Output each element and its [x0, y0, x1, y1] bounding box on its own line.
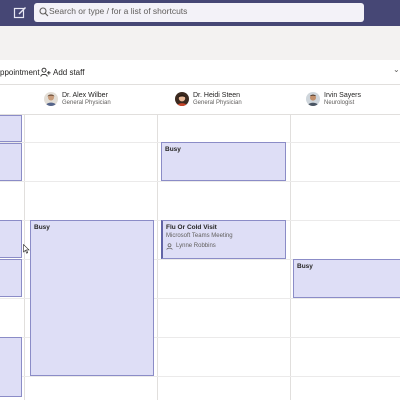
add-person-icon — [40, 67, 51, 77]
appointment-title: Busy — [297, 263, 313, 270]
staff-name: Dr. Heidi Steen — [193, 92, 241, 99]
time-slot-line — [0, 181, 400, 182]
app-header-band — [0, 26, 400, 60]
appointment-title: Busy — [34, 224, 50, 231]
new-appointment-button[interactable]: ppointment — [0, 68, 40, 77]
staff-column-header-alex[interactable]: Dr. Alex Wilber General Physician — [44, 85, 158, 115]
appointment-block[interactable] — [0, 143, 22, 181]
staff-role: General Physician — [193, 100, 242, 106]
attendee-name: Lynne Robbins — [176, 243, 216, 249]
column-divider — [290, 115, 291, 400]
mouse-cursor-icon — [23, 244, 30, 254]
avatar — [175, 92, 189, 106]
staff-role: General Physician — [62, 100, 111, 106]
staff-role: Neurologist — [324, 100, 355, 106]
search-box[interactable]: Search or type / for a list of shortcuts — [34, 3, 364, 22]
appointment-title: Flu Or Cold Visit — [166, 224, 217, 231]
appointment-busy-alex[interactable]: Busy — [30, 220, 154, 376]
chevron-down-icon[interactable]: ⌄ — [393, 65, 400, 74]
appointment-block[interactable] — [0, 220, 22, 258]
staff-name: Dr. Alex Wilber — [62, 92, 108, 99]
time-slot-line — [0, 376, 400, 377]
appointment-title: Busy — [165, 146, 181, 153]
app-bar: Search or type / for a list of shortcuts — [0, 0, 400, 26]
search-placeholder: Search or type / for a list of shortcuts — [49, 6, 188, 16]
avatar — [44, 92, 58, 106]
toolbar: ppointment Add staff ⌄ — [0, 60, 400, 85]
appointment-block[interactable] — [0, 115, 22, 142]
avatar — [306, 92, 320, 106]
add-staff-label: Add staff — [53, 67, 85, 77]
appointment-busy-irvin[interactable]: Busy — [293, 259, 400, 298]
column-divider — [24, 115, 25, 400]
person-icon — [166, 242, 173, 250]
appointment-block[interactable] — [0, 259, 22, 297]
appointment-flu-visit[interactable]: Flu Or Cold Visit Microsoft Teams Meetin… — [161, 220, 286, 259]
staff-column-header-irvin[interactable]: Irvin Sayers Neurologist — [306, 85, 400, 115]
appointment-meeting-type: Microsoft Teams Meeting — [166, 233, 233, 239]
appointment-attendee: Lynne Robbins — [166, 242, 216, 250]
schedule-grid: Busy Busy Flu Or Cold Visit Microsoft Te… — [0, 115, 400, 400]
appointment-block[interactable] — [0, 337, 22, 397]
compose-icon[interactable] — [13, 6, 27, 20]
staff-header: Dr. Alex Wilber General Physician Dr. He… — [0, 85, 400, 115]
staff-name: Irvin Sayers — [324, 92, 361, 99]
add-staff-button[interactable]: Add staff — [40, 65, 84, 79]
staff-column-header-heidi[interactable]: Dr. Heidi Steen General Physician — [175, 85, 289, 115]
appointment-busy-heidi[interactable]: Busy — [161, 142, 286, 181]
column-divider — [157, 115, 158, 400]
